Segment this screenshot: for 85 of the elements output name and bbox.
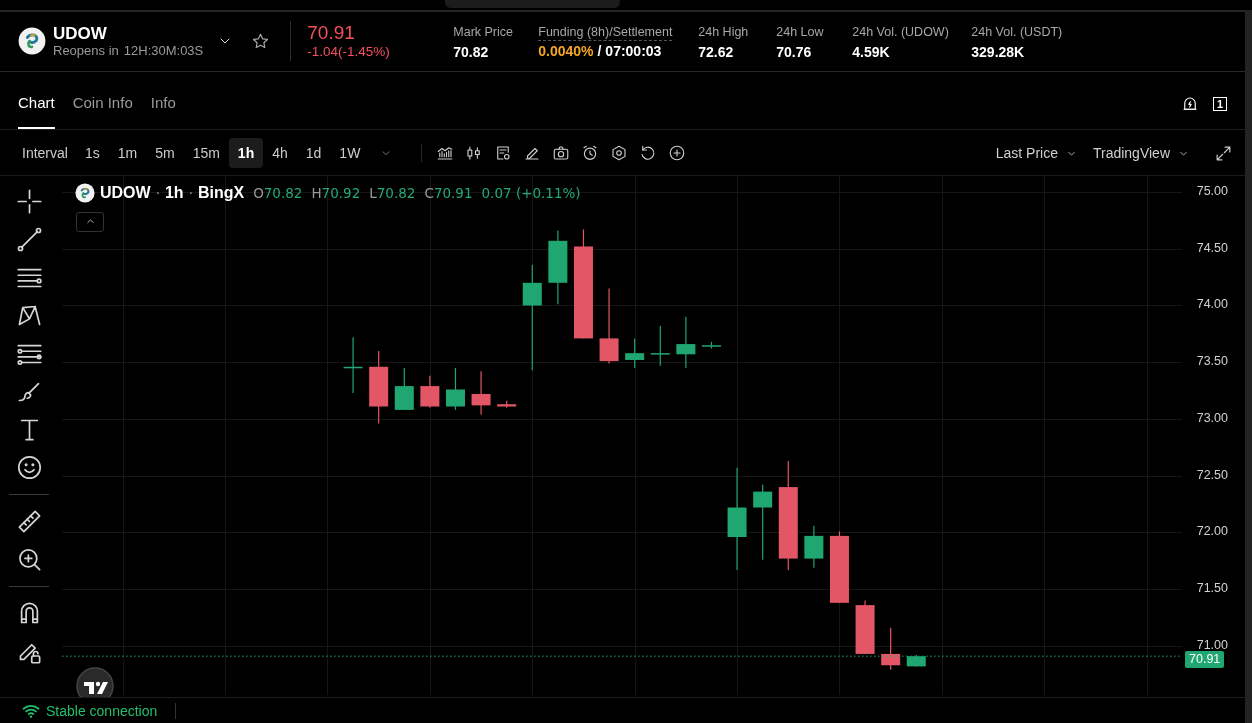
legend-separator: · — [155, 184, 160, 201]
candle — [676, 316, 696, 369]
interval-button[interactable]: 1d — [296, 138, 331, 169]
camera-icon[interactable] — [552, 144, 571, 163]
ohlc-value: 70.92 — [321, 184, 361, 201]
alarm-clock-icon[interactable] — [581, 144, 600, 163]
ohlc-change: 0.07 (+0.11%) — [481, 184, 581, 201]
stat-label: 24h Low — [776, 24, 824, 39]
legend-exchange: BingX — [197, 183, 245, 202]
legend-separator: · — [188, 184, 193, 201]
ohlc-value: 70.91 — [433, 184, 473, 201]
candle — [625, 337, 645, 369]
last-price: 70.91 — [307, 22, 356, 45]
candle — [881, 627, 901, 671]
legend-symbol: UDOW — [100, 183, 151, 202]
candle — [804, 524, 824, 569]
stat-value: 70.76 — [776, 43, 812, 60]
settlement-time: / 07:00:03 — [597, 42, 662, 59]
chart-tab[interactable]: Coin Info — [72, 79, 133, 129]
candle — [855, 599, 875, 655]
candle — [906, 654, 926, 667]
chart-style-dropdown[interactable]: TradingView — [1092, 145, 1190, 162]
axis-label: 71.50 — [1196, 581, 1228, 596]
axis-label: 74.50 — [1196, 240, 1228, 255]
interval-button[interactable]: 4h — [263, 138, 297, 169]
ohlc-value: 70.82 — [376, 184, 416, 201]
legend-interval: 1h — [164, 183, 184, 202]
interval-button[interactable]: 1W — [330, 138, 370, 169]
stat-label: 24h Vol. (USDT) — [971, 24, 1063, 39]
candle — [445, 367, 465, 411]
crosshair-icon[interactable] — [15, 187, 43, 215]
interval-button[interactable]: 1h — [228, 138, 264, 169]
coin-logo-icon — [75, 182, 95, 203]
interval-button[interactable]: 1m — [108, 138, 147, 169]
ohlc-label: L — [369, 184, 377, 201]
axis-label: 71.00 — [1196, 637, 1228, 652]
candle — [701, 341, 721, 350]
connection-status: Stable connection — [46, 702, 158, 719]
ohlc-label: H — [311, 184, 322, 201]
funding-rate: 0.0040% — [538, 42, 594, 59]
last-price-label: 70.91 — [1185, 650, 1225, 668]
candle — [650, 325, 670, 367]
interval-button[interactable]: 1s — [75, 138, 109, 169]
ohlc-value: 70.82 — [263, 184, 303, 201]
trend-line-icon[interactable] — [15, 225, 43, 253]
axis-label: 73.50 — [1196, 354, 1228, 369]
stat-value: 72.62 — [698, 43, 734, 60]
settings-icon[interactable] — [610, 144, 629, 163]
symbol-name: UDOW — [53, 24, 108, 44]
axis-label: 74.00 — [1196, 297, 1228, 312]
stat-value: 329.28K — [971, 43, 1025, 60]
interval-label: Interval — [21, 145, 69, 162]
coin-logo-icon — [18, 27, 46, 56]
price-source-dropdown[interactable]: Last Price — [995, 145, 1078, 162]
candle — [394, 367, 414, 411]
axis-label: 72.00 — [1196, 524, 1228, 539]
ohlc-label: O — [253, 184, 264, 201]
smiley-icon[interactable] — [15, 453, 43, 481]
layout-count-button[interactable]: 1 — [1213, 97, 1227, 112]
stat-label: 24h Vol. (UDOW) — [852, 24, 949, 39]
candle — [420, 375, 440, 409]
price-change: -1.04(-1.45%) — [307, 44, 391, 61]
chart-tab[interactable]: Chart — [18, 79, 55, 129]
logo-icon[interactable] — [76, 666, 114, 697]
interval-button[interactable]: 5m — [146, 138, 184, 169]
axis-label: 72.50 — [1196, 467, 1228, 482]
stat-label: Funding (8h)/Settlement — [538, 24, 673, 41]
candle — [497, 400, 517, 409]
chart-tab[interactable]: Info — [150, 79, 176, 129]
axis-label: 75.00 — [1196, 183, 1228, 198]
candle — [343, 336, 363, 394]
reopens-label: Reopens in — [53, 43, 119, 59]
ohlc-label: C — [424, 184, 434, 201]
add-icon[interactable] — [668, 144, 687, 163]
stat-value: 70.82 — [453, 43, 489, 60]
template-icon[interactable] — [494, 144, 513, 163]
stat-label: 24h High — [698, 24, 749, 39]
candle — [471, 370, 491, 415]
stat-label: Mark Price — [453, 24, 513, 39]
star-icon[interactable] — [251, 31, 271, 51]
interval-button[interactable]: 15m — [183, 138, 229, 169]
axis-label: 73.00 — [1196, 410, 1228, 425]
stat-value: 4.59K — [852, 43, 890, 60]
countdown-timer: 12H:30M:03S — [123, 43, 204, 59]
indicators-icon[interactable] — [436, 144, 455, 163]
